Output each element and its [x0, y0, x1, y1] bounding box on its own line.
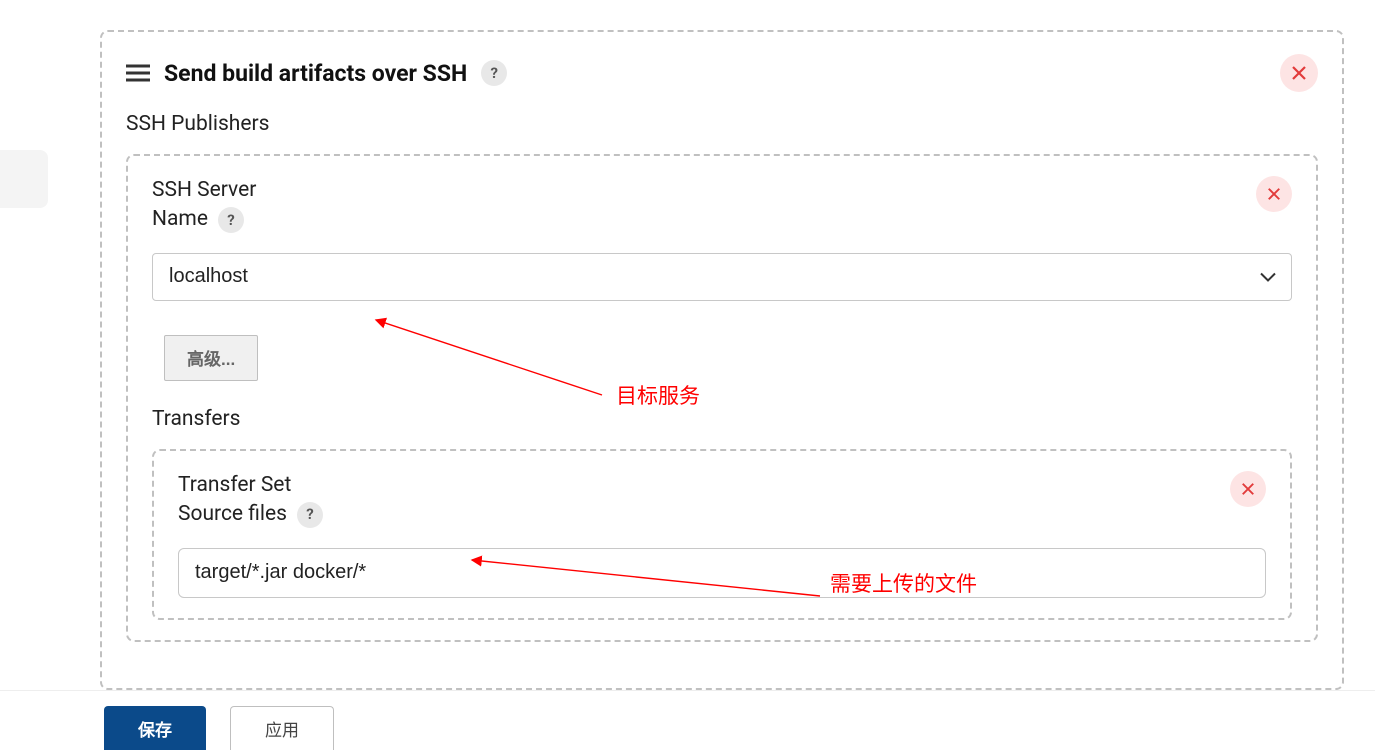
- ssh-build-step-panel: Send build artifacts over SSH ? SSH Publ…: [100, 30, 1344, 690]
- transfer-set-panel: Transfer Set Source files ?: [152, 449, 1292, 620]
- transfer-set-label-1: Transfer Set: [178, 471, 323, 500]
- source-files-input[interactable]: [178, 548, 1266, 598]
- close-icon: [1267, 187, 1281, 201]
- footer-action-bar: 保存 应用: [0, 690, 1375, 750]
- ssh-server-field-header: SSH Server Name ?: [152, 176, 1292, 235]
- ssh-server-select[interactable]: [152, 253, 1292, 301]
- panel-title: Send build artifacts over SSH: [164, 60, 467, 87]
- delete-publisher-button[interactable]: [1256, 176, 1292, 212]
- close-icon: [1241, 482, 1255, 496]
- panel-header: Send build artifacts over SSH ?: [126, 54, 1318, 92]
- transfers-label: Transfers: [152, 407, 1292, 431]
- apply-button[interactable]: 应用: [230, 706, 334, 750]
- drag-handle-icon[interactable]: [126, 64, 150, 82]
- transfer-set-label-2: Source files: [178, 500, 287, 529]
- ssh-server-select-wrap: [152, 253, 1292, 301]
- left-collapsed-tab[interactable]: [0, 150, 48, 208]
- save-button[interactable]: 保存: [104, 706, 206, 750]
- ssh-server-label-2: Name: [152, 205, 208, 234]
- help-icon[interactable]: ?: [218, 207, 244, 233]
- delete-step-button[interactable]: [1280, 54, 1318, 92]
- ssh-publishers-label: SSH Publishers: [126, 112, 1318, 136]
- advanced-button[interactable]: 高级...: [164, 335, 258, 381]
- help-icon[interactable]: ?: [297, 502, 323, 528]
- ssh-server-label-1: SSH Server: [152, 176, 256, 205]
- delete-transfer-button[interactable]: [1230, 471, 1266, 507]
- close-icon: [1291, 65, 1307, 81]
- help-icon[interactable]: ?: [481, 60, 507, 86]
- transfer-set-header: Transfer Set Source files ?: [178, 471, 1266, 530]
- ssh-publisher-panel: SSH Server Name ? 高级... Transfers Transf…: [126, 154, 1318, 642]
